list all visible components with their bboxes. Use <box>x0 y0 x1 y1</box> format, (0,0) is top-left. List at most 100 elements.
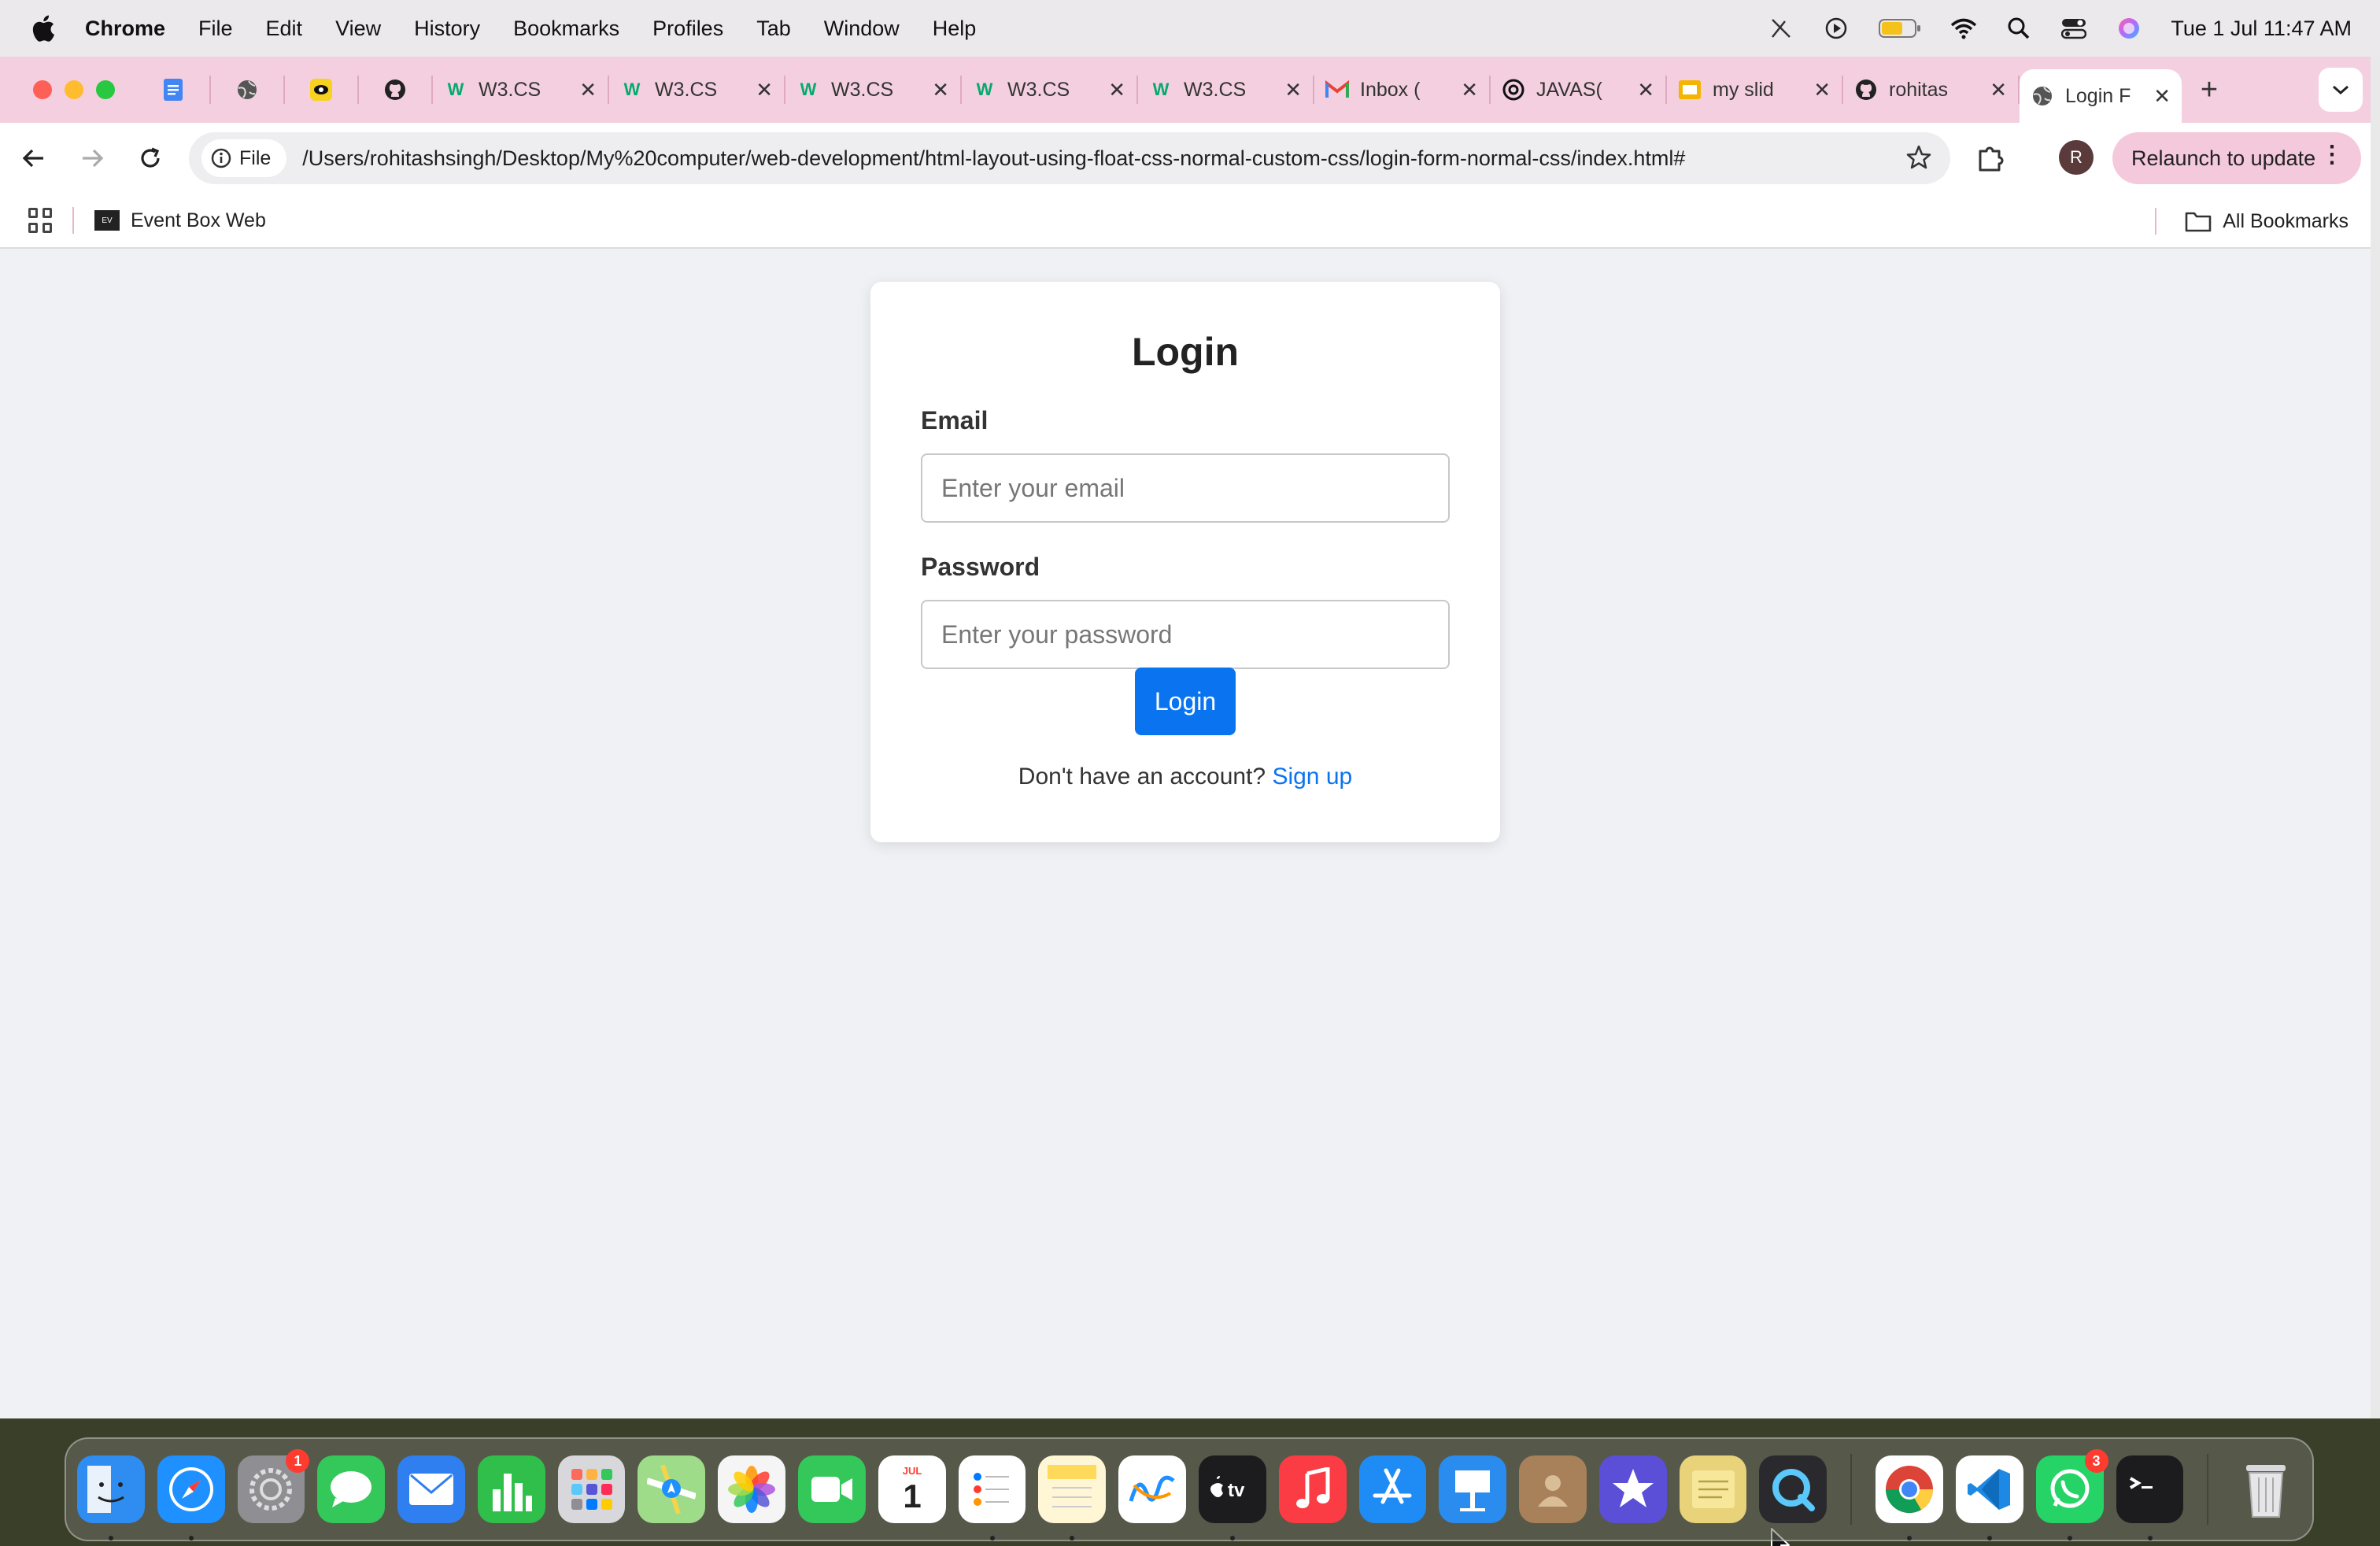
new-tab-button[interactable]: + <box>2182 73 2237 107</box>
window-scrollbar[interactable] <box>2371 57 2380 1418</box>
tab-pinned-emoji[interactable] <box>285 76 359 104</box>
all-bookmarks-label: All Bookmarks <box>2223 209 2349 232</box>
bookmark-star-button[interactable] <box>1905 143 1933 176</box>
tab-pinned-globe[interactable] <box>211 76 285 104</box>
dock-keynote-icon[interactable] <box>1439 1455 1507 1523</box>
close-icon[interactable]: ✕ <box>1990 78 2007 102</box>
close-icon[interactable]: ✕ <box>1461 78 1478 102</box>
more-options-icon[interactable]: ⋮ <box>2320 143 2344 167</box>
tab-pinned-docs[interactable] <box>137 76 211 104</box>
dock-notes-icon[interactable] <box>1038 1455 1107 1540</box>
battery-icon[interactable] <box>1878 15 1922 42</box>
dock-music-icon[interactable] <box>1278 1455 1347 1523</box>
address-bar[interactable]: File /Users/rohitashsingh/Desktop/My%20c… <box>189 132 1950 184</box>
login-button[interactable]: Login <box>1135 668 1236 735</box>
dock-quicktime-icon[interactable] <box>1759 1455 1828 1523</box>
tab-w3schools-1[interactable]: W W3.CS ✕ <box>433 76 609 104</box>
siri-icon[interactable] <box>2116 15 2142 42</box>
tab-github-rohitas[interactable]: rohitas ✕ <box>1843 76 2020 104</box>
dock-contacts-icon[interactable] <box>1519 1455 1587 1523</box>
tab-w3schools-2[interactable]: W W3.CS ✕ <box>609 76 785 104</box>
extensions-button[interactable] <box>1977 143 2005 177</box>
slides-icon <box>1678 78 1702 102</box>
dock-messages-icon[interactable] <box>317 1455 386 1523</box>
menu-window[interactable]: Window <box>824 17 900 41</box>
running-indicator <box>2147 1536 2153 1540</box>
tab-pinned-github[interactable] <box>359 76 433 104</box>
menu-profiles[interactable]: Profiles <box>652 17 723 41</box>
menu-bookmarks[interactable]: Bookmarks <box>513 17 619 41</box>
dock-system-settings-icon[interactable]: 1 <box>237 1449 310 1523</box>
dock-freeform-icon[interactable] <box>1118 1455 1186 1523</box>
close-icon[interactable]: ✕ <box>1813 78 1831 102</box>
dock-safari-icon[interactable] <box>157 1455 225 1540</box>
close-icon[interactable]: ✕ <box>2153 84 2171 109</box>
close-icon[interactable]: ✕ <box>932 78 949 102</box>
all-bookmarks-button[interactable]: All Bookmarks <box>2185 194 2349 249</box>
dock-reminders-icon[interactable] <box>958 1455 1026 1540</box>
apps-grid-icon[interactable] <box>28 208 54 233</box>
tab-login-active[interactable]: Login F ✕ <box>2020 69 2182 123</box>
tab-w3schools-4[interactable]: W W3.CS ✕ <box>962 76 1138 104</box>
bookmark-event-box-web[interactable]: EV Event Box Web <box>94 209 266 232</box>
menu-view[interactable]: View <box>335 17 381 41</box>
minimize-window-button[interactable] <box>65 80 83 99</box>
close-window-button[interactable] <box>33 80 52 99</box>
dock-whatsapp-icon[interactable]: 3 <box>2035 1449 2108 1540</box>
dock-app-store-icon[interactable] <box>1358 1455 1427 1523</box>
tab-search-button[interactable] <box>2319 68 2363 112</box>
dock-chrome-icon[interactable] <box>1876 1455 1943 1540</box>
control-center-icon[interactable] <box>2060 15 2087 42</box>
dock-mail-icon[interactable] <box>397 1455 465 1523</box>
dock-photos-icon[interactable] <box>718 1455 786 1523</box>
dock-tv-icon[interactable]: tv <box>1198 1455 1266 1540</box>
reload-button[interactable] <box>121 146 179 170</box>
play-circle-icon[interactable] <box>1823 15 1850 42</box>
profile-avatar[interactable]: R <box>2059 140 2094 175</box>
wifi-icon[interactable] <box>1950 15 1977 42</box>
macos-menu-bar: Chrome File Edit View History Bookmarks … <box>0 0 2380 57</box>
menu-app-name[interactable]: Chrome <box>85 17 165 41</box>
forward-button[interactable] <box>63 147 121 169</box>
close-icon[interactable]: ✕ <box>579 78 597 102</box>
back-button[interactable] <box>5 147 63 169</box>
tab-gmail-inbox[interactable]: Inbox ( ✕ <box>1314 76 1491 104</box>
email-field[interactable] <box>921 453 1450 523</box>
zoom-window-button[interactable] <box>96 80 115 99</box>
dock-maps-icon[interactable] <box>638 1455 706 1523</box>
site-info-chip[interactable]: File <box>201 139 287 177</box>
dock-numbers-icon[interactable] <box>477 1455 545 1523</box>
spotlight-search-icon[interactable] <box>2005 15 2032 42</box>
dock-imovie-icon[interactable] <box>1598 1455 1667 1523</box>
close-icon[interactable]: ✕ <box>756 78 773 102</box>
menu-bar-clock[interactable]: Tue 1 Jul 11:47 AM <box>2171 17 2352 41</box>
close-icon[interactable]: ✕ <box>1284 78 1302 102</box>
password-field[interactable] <box>921 600 1450 669</box>
dock-finder-icon[interactable] <box>77 1455 145 1540</box>
login-title: Login <box>1131 330 1240 374</box>
menu-help[interactable]: Help <box>933 17 977 41</box>
menu-history[interactable]: History <box>414 17 480 41</box>
tab-slides[interactable]: my slid ✕ <box>1667 76 1843 104</box>
dock-facetime-icon[interactable] <box>798 1455 866 1523</box>
url-text[interactable]: /Users/rohitashsingh/Desktop/My%20comput… <box>302 146 1685 171</box>
apple-menu-icon[interactable] <box>31 14 74 43</box>
tab-w3schools-5[interactable]: W W3.CS ✕ <box>1138 76 1314 104</box>
menu-file[interactable]: File <box>198 17 233 41</box>
info-icon <box>211 148 231 168</box>
dock-vscode-icon[interactable] <box>1955 1455 2023 1540</box>
signup-link[interactable]: Sign up <box>1272 764 1352 790</box>
menu-tab[interactable]: Tab <box>756 17 791 41</box>
dock-launchpad-icon[interactable] <box>557 1455 626 1523</box>
close-icon[interactable]: ✕ <box>1108 78 1125 102</box>
relaunch-update-button[interactable]: Relaunch to update ⋮ <box>2112 132 2361 184</box>
menu-edit[interactable]: Edit <box>266 17 303 41</box>
tab-chatgpt[interactable]: JAVAS( ✕ <box>1491 76 1667 104</box>
tab-w3schools-3[interactable]: W W3.CS ✕ <box>785 76 962 104</box>
pen-off-icon[interactable] <box>1768 15 1794 42</box>
dock-terminal-icon[interactable] <box>2116 1455 2184 1540</box>
dock-stickies-icon[interactable] <box>1679 1455 1747 1523</box>
close-icon[interactable]: ✕ <box>1637 78 1654 102</box>
dock-calendar-icon[interactable]: JUL 1 <box>878 1455 946 1523</box>
dock-trash-icon[interactable] <box>2232 1455 2300 1523</box>
